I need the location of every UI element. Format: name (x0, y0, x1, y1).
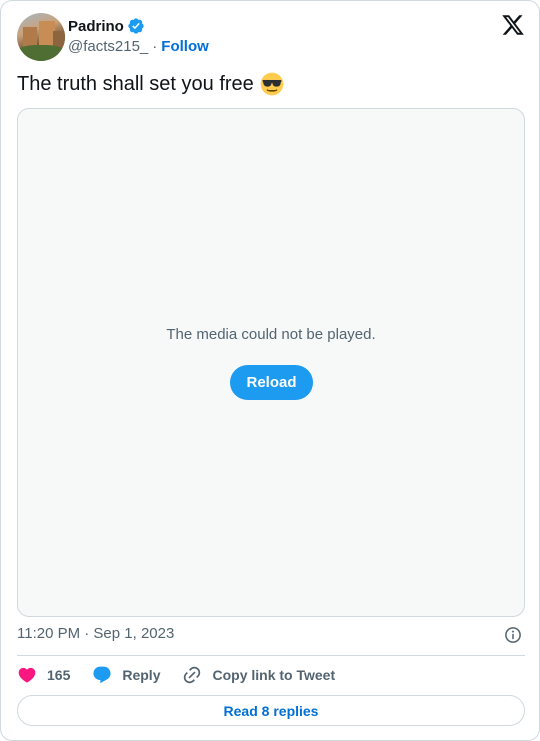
action-bar: 165 Reply Copy link to Tweet (17, 663, 357, 687)
author-name[interactable]: Padrino (68, 18, 124, 35)
info-icon[interactable] (504, 626, 522, 644)
verified-badge-icon (128, 18, 144, 34)
tweet-text: The truth shall set you free (17, 73, 254, 95)
separator-dot: · (152, 37, 158, 55)
like-count: 165 (47, 667, 71, 683)
read-replies-label: Read 8 replies (223, 702, 319, 719)
read-replies-button[interactable]: Read 8 replies (17, 695, 525, 726)
reload-button[interactable]: Reload (230, 365, 313, 400)
heart-icon (18, 667, 36, 683)
author-handle-row: @facts215_ · Follow (68, 36, 209, 56)
reply-bubble-icon (93, 666, 111, 684)
media-player[interactable]: The media could not be played. Reload (17, 108, 525, 617)
reply-button[interactable]: Reply (92, 665, 160, 685)
link-icon (184, 666, 201, 684)
x-logo-icon[interactable] (501, 13, 525, 37)
sunglasses-emoji-icon (260, 72, 284, 96)
author-name-row[interactable]: Padrino (68, 16, 145, 36)
copy-link-label: Copy link to Tweet (212, 667, 336, 683)
copy-link-button[interactable]: Copy link to Tweet (182, 665, 335, 685)
timestamp[interactable]: 11:20 PM · Sep 1, 2023 (17, 625, 174, 642)
media-error-message: The media could not be played. (166, 326, 376, 343)
reply-label: Reply (122, 667, 161, 683)
tweet-text-row: The truth shall set you free (17, 71, 284, 97)
follow-link[interactable]: Follow (161, 38, 209, 55)
like-button[interactable]: 165 (17, 665, 70, 685)
author-handle[interactable]: @facts215_ (68, 38, 148, 55)
avatar[interactable] (17, 13, 65, 61)
divider (17, 655, 525, 656)
tweet-card: Padrino @facts215_ · Follow The truth sh… (0, 0, 540, 741)
